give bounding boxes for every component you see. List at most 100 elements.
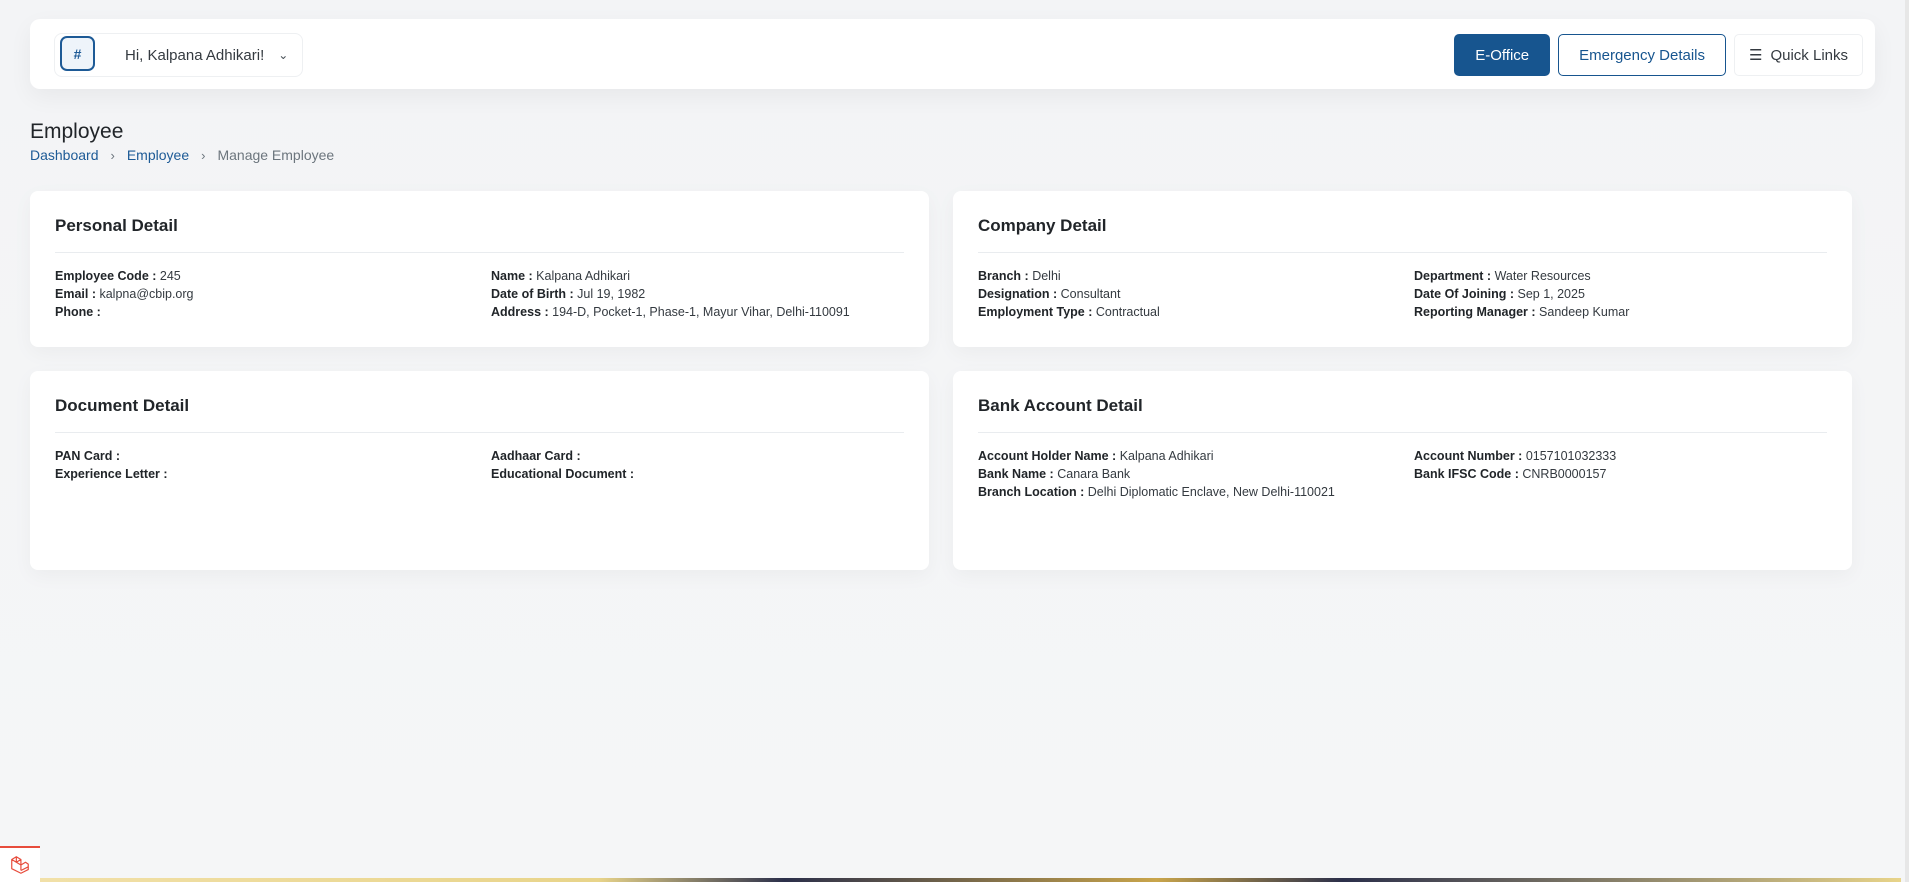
- emergency-details-button[interactable]: Emergency Details: [1558, 34, 1727, 76]
- bank-name-value: Canara Bank: [1057, 467, 1131, 481]
- account-number-label: Account Number :: [1414, 449, 1523, 463]
- page-viewport: # Hi, Kalpana Adhikari! ⌄ E-Office Emerg…: [0, 0, 1905, 882]
- top-actions: E-Office Emergency Details ☰ Quick Links: [1454, 34, 1863, 76]
- employee-code-value: 245: [159, 269, 181, 283]
- email-value: kalpna@cbip.org: [99, 287, 194, 301]
- top-navbar: # Hi, Kalpana Adhikari! ⌄ E-Office Emerg…: [30, 19, 1875, 89]
- user-menu-toggle[interactable]: Hi, Kalpana Adhikari! ⌄: [54, 33, 304, 77]
- pan-card-label: PAN Card :: [55, 449, 121, 463]
- address-row: Address : 194-D, Pocket-1, Phase-1, Mayu…: [491, 305, 904, 320]
- dob-value: Jul 19, 1982: [577, 287, 646, 301]
- reporting-manager-value: Sandeep Kumar: [1539, 305, 1630, 319]
- quick-links-label: Quick Links: [1770, 46, 1848, 64]
- name-value: Kalpana Adhikari: [536, 269, 630, 283]
- bank-name-row: Bank Name : Canara Bank: [978, 467, 1414, 482]
- employment-type-value: Contractual: [1095, 305, 1160, 319]
- doj-value: Sep 1, 2025: [1517, 287, 1585, 301]
- account-holder-label: Account Holder Name :: [978, 449, 1117, 463]
- bank-left-column: Account Holder Name : Kalpana Adhikari B…: [978, 449, 1414, 500]
- bank-detail-body: Account Holder Name : Kalpana Adhikari B…: [978, 433, 1827, 500]
- address-value: 194-D, Pocket-1, Phase-1, Mayur Vihar, D…: [552, 305, 850, 319]
- branch-row: Branch : Delhi: [978, 269, 1414, 284]
- reporting-manager-row: Reporting Manager : Sandeep Kumar: [1414, 305, 1827, 320]
- list-icon: ☰: [1749, 47, 1763, 64]
- personal-detail-title: Personal Detail: [55, 191, 904, 253]
- doj-label: Date Of Joining :: [1414, 287, 1514, 301]
- bank-detail-title: Bank Account Detail: [978, 371, 1827, 433]
- designation-value: Consultant: [1060, 287, 1121, 301]
- educational-document-label: Educational Document :: [491, 467, 635, 481]
- personal-right-column: Name : Kalpana Adhikari Date of Birth : …: [491, 269, 904, 320]
- document-right-column: Aadhaar Card : Educational Document :: [491, 449, 904, 482]
- designation-row: Designation : Consultant: [978, 287, 1414, 302]
- company-detail-body: Branch : Delhi Designation : Consultant …: [978, 253, 1827, 320]
- chevron-down-icon: ⌄: [278, 48, 289, 62]
- quick-links-button[interactable]: ☰ Quick Links: [1734, 34, 1863, 76]
- address-label: Address :: [491, 305, 549, 319]
- document-detail-body: PAN Card : Experience Letter : Aadhaar C…: [55, 433, 904, 482]
- breadcrumb-separator-icon: ›: [201, 147, 206, 163]
- bank-detail-card: Bank Account Detail Account Holder Name …: [953, 371, 1852, 570]
- page-title: Employee: [30, 120, 124, 143]
- bank-right-column: Account Number : 0157101032333 Bank IFSC…: [1414, 449, 1827, 500]
- dob-label: Date of Birth :: [491, 287, 574, 301]
- employee-code-label: Employee Code :: [55, 269, 157, 283]
- name-row: Name : Kalpana Adhikari: [491, 269, 904, 284]
- reporting-manager-label: Reporting Manager :: [1414, 305, 1536, 319]
- email-label: Email :: [55, 287, 96, 301]
- pan-card-row: PAN Card :: [55, 449, 491, 464]
- experience-letter-row: Experience Letter :: [55, 467, 491, 482]
- account-number-value: 0157101032333: [1525, 449, 1617, 463]
- laravel-icon: [11, 856, 29, 874]
- company-right-column: Department : Water Resources Date Of Joi…: [1414, 269, 1827, 320]
- account-number-row: Account Number : 0157101032333: [1414, 449, 1827, 464]
- document-left-column: PAN Card : Experience Letter :: [55, 449, 491, 482]
- personal-left-column: Employee Code : 245 Email : kalpna@cbip.…: [55, 269, 491, 320]
- debugbar-toggle[interactable]: [0, 846, 40, 882]
- personal-detail-card: Personal Detail Employee Code : 245 Emai…: [30, 191, 929, 347]
- company-detail-card: Company Detail Branch : Delhi Designatio…: [953, 191, 1852, 347]
- experience-letter-label: Experience Letter :: [55, 467, 168, 481]
- ifsc-label: Bank IFSC Code :: [1414, 467, 1519, 481]
- branch-location-row: Branch Location : Delhi Diplomatic Encla…: [978, 485, 1414, 500]
- account-holder-row: Account Holder Name : Kalpana Adhikari: [978, 449, 1414, 464]
- branch-value: Delhi: [1032, 269, 1061, 283]
- user-greeting: Hi, Kalpana Adhikari!: [125, 46, 265, 64]
- eoffice-button[interactable]: E-Office: [1454, 34, 1551, 76]
- breadcrumb-separator-icon: ›: [110, 147, 115, 163]
- department-value: Water Resources: [1494, 269, 1591, 283]
- personal-detail-body: Employee Code : 245 Email : kalpna@cbip.…: [55, 253, 904, 320]
- document-detail-title: Document Detail: [55, 371, 904, 433]
- breadcrumb-current: Manage Employee: [217, 147, 335, 163]
- email-row: Email : kalpna@cbip.org: [55, 287, 491, 302]
- phone-label: Phone :: [55, 305, 101, 319]
- branch-label: Branch :: [978, 269, 1029, 283]
- aadhaar-card-label: Aadhaar Card :: [491, 449, 581, 463]
- scrollbar-track[interactable]: [1905, 0, 1909, 882]
- ifsc-value: CNRB0000157: [1522, 467, 1607, 481]
- document-detail-card: Document Detail PAN Card : Experience Le…: [30, 371, 929, 570]
- designation-label: Designation :: [978, 287, 1058, 301]
- doj-row: Date Of Joining : Sep 1, 2025: [1414, 287, 1827, 302]
- account-holder-value: Kalpana Adhikari: [1119, 449, 1214, 463]
- employment-type-label: Employment Type :: [978, 305, 1093, 319]
- name-label: Name :: [491, 269, 533, 283]
- employment-type-row: Employment Type : Contractual: [978, 305, 1414, 320]
- employee-code-row: Employee Code : 245: [55, 269, 491, 284]
- company-left-column: Branch : Delhi Designation : Consultant …: [978, 269, 1414, 320]
- branch-location-value: Delhi Diplomatic Enclave, New Delhi-1100…: [1087, 485, 1335, 499]
- bank-name-label: Bank Name :: [978, 467, 1054, 481]
- aadhaar-card-row: Aadhaar Card :: [491, 449, 904, 464]
- ifsc-row: Bank IFSC Code : CNRB0000157: [1414, 467, 1827, 482]
- branch-location-label: Branch Location :: [978, 485, 1085, 499]
- company-detail-title: Company Detail: [978, 191, 1827, 253]
- department-row: Department : Water Resources: [1414, 269, 1827, 284]
- dob-row: Date of Birth : Jul 19, 1982: [491, 287, 904, 302]
- breadcrumb-employee[interactable]: Employee: [127, 147, 189, 163]
- breadcrumb-dashboard[interactable]: Dashboard: [30, 147, 99, 163]
- department-label: Department :: [1414, 269, 1492, 283]
- breadcrumb: Dashboard › Employee › Manage Employee: [30, 147, 334, 163]
- phone-row: Phone :: [55, 305, 491, 320]
- bottom-strip: [40, 878, 1901, 882]
- educational-document-row: Educational Document :: [491, 467, 904, 482]
